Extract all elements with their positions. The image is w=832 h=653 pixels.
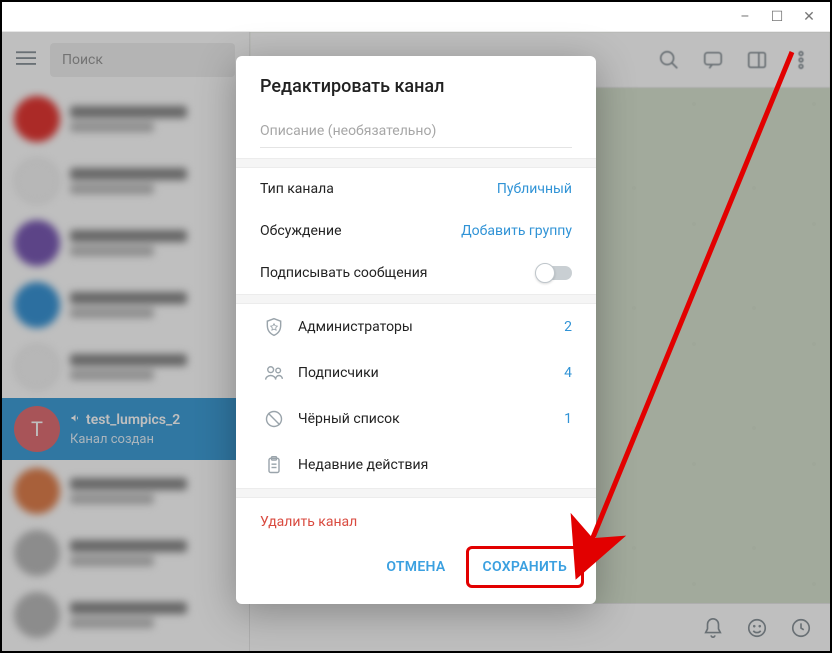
channel-type-row[interactable]: Тип канала Публичный [236, 168, 596, 210]
clipboard-icon [260, 455, 288, 475]
blacklist-row[interactable]: Чёрный список 1 [236, 396, 596, 442]
description-input[interactable] [260, 117, 572, 148]
users-icon [260, 363, 288, 383]
sign-messages-row: Подписывать сообщения [236, 252, 596, 294]
row-label: Подписывать сообщения [260, 265, 427, 281]
modal-overlay[interactable]: Редактировать канал Тип канала Публичный… [2, 32, 830, 651]
subscribers-count: 4 [564, 365, 572, 381]
dialog-title: Редактировать канал [236, 56, 596, 111]
window-close-button[interactable]: ✕ [800, 9, 818, 25]
subscribers-row[interactable]: Подписчики 4 [236, 350, 596, 396]
window-maximize-button[interactable]: ☐ [768, 9, 786, 25]
separator [236, 294, 596, 304]
admins-count: 2 [564, 319, 572, 335]
row-label: Обсуждение [260, 223, 342, 239]
annotation-highlight: СОХРАНИТЬ [466, 546, 584, 588]
row-label: Администраторы [298, 319, 413, 335]
edit-channel-dialog: Редактировать канал Тип канала Публичный… [236, 56, 596, 604]
shield-icon [260, 317, 288, 337]
cancel-button[interactable]: ОТМЕНА [372, 546, 459, 588]
row-label: Подписчики [298, 365, 379, 381]
row-label: Недавние действия [298, 457, 428, 473]
discussion-row[interactable]: Обсуждение Добавить группу [236, 210, 596, 252]
separator [236, 158, 596, 168]
delete-channel-link[interactable]: Удалить канал [236, 498, 596, 538]
window-minimize-button[interactable]: – [736, 9, 754, 25]
discussion-value: Добавить группу [461, 223, 572, 239]
row-label: Тип канала [260, 181, 334, 197]
separator [236, 488, 596, 498]
dialog-actions: ОТМЕНА СОХРАНИТЬ [236, 538, 596, 594]
channel-type-value: Публичный [497, 181, 572, 197]
sign-messages-toggle[interactable] [536, 266, 572, 280]
ban-icon [260, 409, 288, 429]
window-titlebar: – ☐ ✕ [2, 2, 830, 32]
recent-actions-row[interactable]: Недавние действия [236, 442, 596, 488]
save-button[interactable]: СОХРАНИТЬ [469, 549, 581, 585]
app-window: – ☐ ✕ Поиск T test_l [0, 0, 832, 653]
blacklist-count: 1 [564, 411, 572, 427]
row-label: Чёрный список [298, 411, 400, 427]
admins-row[interactable]: Администраторы 2 [236, 304, 596, 350]
